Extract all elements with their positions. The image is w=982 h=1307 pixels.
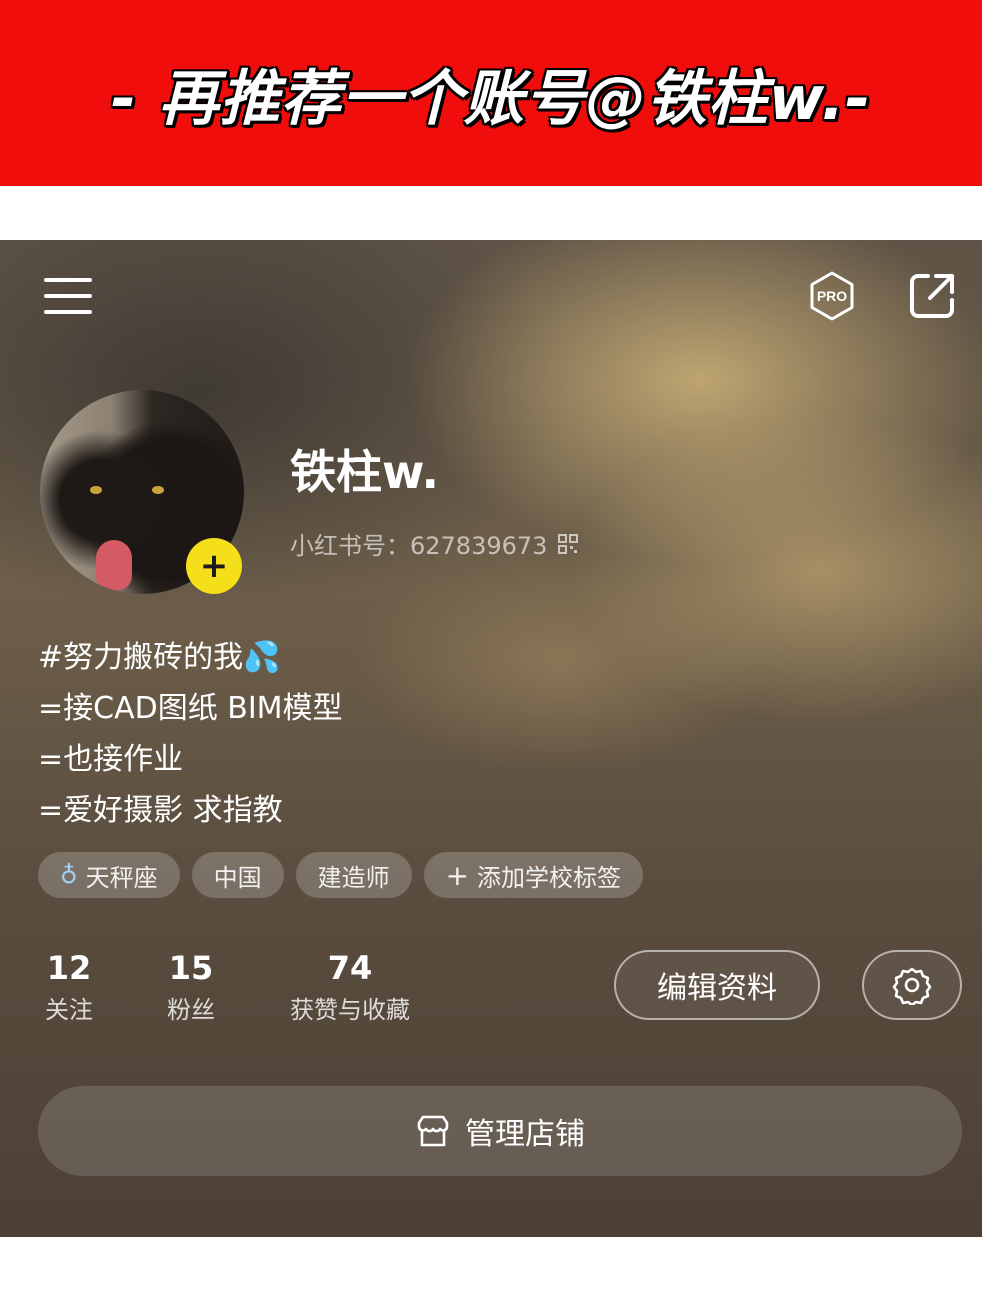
edit-profile-button[interactable]: 编辑资料 — [614, 950, 820, 1020]
tag-label: 中国 — [213, 863, 262, 892]
bio-line: =也接作业 — [38, 742, 184, 777]
profile-header: PRO + 铁柱w. 小红书号：627839673 #努力搬砖的我💦 =接CAD… — [0, 240, 982, 1237]
add-school-tag-button[interactable]: + 添加学校标签 — [423, 852, 644, 898]
tag-zodiac[interactable]: ♁ 天秤座 — [38, 852, 180, 898]
pro-label: PRO — [817, 288, 847, 304]
bio-line: #努力搬砖的我💦 — [38, 640, 281, 675]
tag-region[interactable]: 中国 — [191, 852, 284, 898]
menu-icon[interactable] — [44, 278, 92, 314]
stat-label: 粉丝 — [167, 996, 215, 1024]
manage-store-label: 管理店铺 — [465, 1117, 585, 1152]
store-icon — [417, 1115, 449, 1147]
bio-line: =爱好摄影 求指教 — [38, 793, 283, 828]
tag-label: 建造师 — [317, 863, 390, 892]
bio-line: =接CAD图纸 BIM模型 — [38, 691, 343, 726]
stat-followers[interactable]: 15 粉丝 — [160, 948, 222, 1032]
stat-label: 关注 — [45, 996, 93, 1024]
account-id: 小红书号：627839673 — [290, 526, 579, 561]
tag-label: 添加学校标签 — [477, 863, 622, 892]
settings-button[interactable] — [862, 950, 962, 1020]
share-icon[interactable] — [906, 270, 958, 322]
qr-code-icon[interactable] — [557, 533, 579, 555]
profile-tags: ♁ 天秤座 中国 建造师 + 添加学校标签 — [38, 852, 644, 898]
tag-label: 天秤座 — [85, 863, 158, 892]
banner-title: - 再推荐一个账号@铁柱w.- — [110, 63, 872, 134]
tag-profession[interactable]: 建造师 — [295, 852, 412, 898]
stat-likes[interactable]: 74 获赞与收藏 — [280, 948, 420, 1032]
zodiac-icon: ♁ — [60, 861, 78, 889]
stat-value: 12 — [46, 949, 92, 987]
stat-value: 15 — [168, 949, 214, 987]
account-id-text: 小红书号：627839673 — [290, 532, 548, 560]
bio: #努力搬砖的我💦 =接CAD图纸 BIM模型 =也接作业 =爱好摄影 求指教 — [38, 632, 343, 836]
stat-following[interactable]: 12 关注 — [38, 948, 100, 1032]
plus-icon: + — [445, 858, 470, 892]
stat-value: 74 — [327, 949, 373, 987]
stat-label: 获赞与收藏 — [290, 996, 410, 1024]
gear-icon — [892, 967, 932, 1005]
top-banner: - 再推荐一个账号@铁柱w.- — [0, 0, 982, 186]
username: 铁柱w. — [290, 445, 440, 499]
manage-store-button[interactable]: 管理店铺 — [38, 1086, 962, 1176]
add-avatar-button[interactable]: + — [186, 538, 242, 594]
pro-icon[interactable]: PRO — [806, 270, 858, 322]
